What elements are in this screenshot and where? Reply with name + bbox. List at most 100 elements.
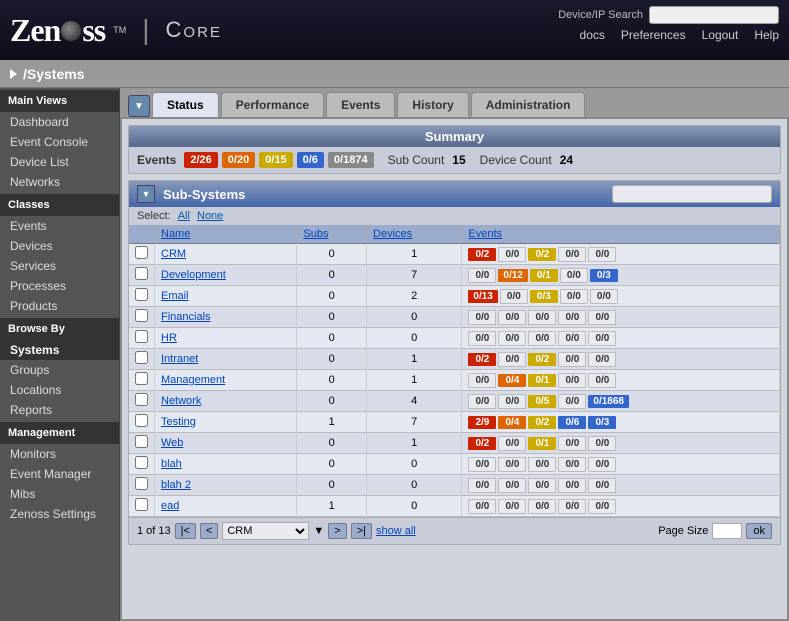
event-cell[interactable]: 0/0 bbox=[558, 499, 586, 514]
event-cell[interactable]: 0/0 bbox=[588, 373, 616, 388]
event-cell[interactable]: 0/0 bbox=[498, 436, 526, 451]
event-cell[interactable]: 0/0 bbox=[468, 373, 496, 388]
row-name-link[interactable]: ead bbox=[161, 500, 179, 512]
event-cell[interactable]: 0/2 bbox=[528, 353, 556, 366]
event-cell[interactable]: 0/0 bbox=[588, 247, 616, 262]
event-cell[interactable]: 0/0 bbox=[528, 457, 556, 472]
event-cell[interactable]: 0/4 bbox=[498, 416, 526, 429]
event-cell[interactable]: 0/0 bbox=[498, 331, 526, 346]
summary-badge-orange[interactable]: 0/20 bbox=[222, 152, 255, 168]
event-cell[interactable]: 0/1 bbox=[530, 269, 558, 282]
breadcrumb-collapse-icon[interactable] bbox=[10, 69, 17, 79]
event-cell[interactable]: 0/4 bbox=[498, 374, 526, 387]
event-cell[interactable]: 0/5 bbox=[528, 395, 556, 408]
docs-link[interactable]: docs bbox=[580, 28, 605, 42]
event-cell[interactable]: 0/0 bbox=[588, 310, 616, 325]
row-checkbox[interactable] bbox=[135, 498, 148, 511]
event-cell[interactable]: 0/1868 bbox=[588, 395, 629, 408]
event-cell[interactable]: 0/0 bbox=[588, 331, 616, 346]
event-cell[interactable]: 0/3 bbox=[530, 290, 558, 303]
event-cell[interactable]: 0/2 bbox=[468, 353, 496, 366]
tab-performance[interactable]: Performance bbox=[221, 92, 324, 117]
sidebar-item-event-manager[interactable]: Event Manager bbox=[0, 464, 119, 484]
row-name-link[interactable]: Management bbox=[161, 374, 225, 386]
summary-badge-gray[interactable]: 0/1874 bbox=[328, 152, 374, 168]
event-cell[interactable]: 0/0 bbox=[588, 436, 616, 451]
event-cell[interactable]: 0/13 bbox=[468, 290, 497, 303]
th-devices[interactable]: Devices bbox=[367, 225, 462, 244]
summary-badge-blue[interactable]: 0/6 bbox=[297, 152, 324, 168]
row-name-link[interactable]: HR bbox=[161, 332, 177, 344]
sidebar-item-groups[interactable]: Groups bbox=[0, 360, 119, 380]
event-cell[interactable]: 0/0 bbox=[560, 289, 588, 304]
tab-status[interactable]: Status bbox=[152, 92, 219, 117]
sidebar-item-reports[interactable]: Reports bbox=[0, 400, 119, 420]
event-cell[interactable]: 0/0 bbox=[500, 289, 528, 304]
sidebar-item-event-console[interactable]: Event Console bbox=[0, 132, 119, 152]
event-cell[interactable]: 0/0 bbox=[468, 310, 496, 325]
tab-administration[interactable]: Administration bbox=[471, 92, 586, 117]
sidebar-item-device-list[interactable]: Device List bbox=[0, 152, 119, 172]
pag-next-btn[interactable]: > bbox=[328, 523, 346, 539]
event-cell[interactable]: 0/0 bbox=[558, 394, 586, 409]
event-cell[interactable]: 0/0 bbox=[528, 478, 556, 493]
event-cell[interactable]: 0/6 bbox=[558, 416, 586, 429]
sidebar-item-locations[interactable]: Locations bbox=[0, 380, 119, 400]
event-cell[interactable]: 0/2 bbox=[528, 248, 556, 261]
tab-events[interactable]: Events bbox=[326, 92, 395, 117]
row-name-link[interactable]: blah bbox=[161, 458, 182, 470]
event-cell[interactable]: 0/0 bbox=[558, 457, 586, 472]
row-checkbox[interactable] bbox=[135, 393, 148, 406]
event-cell[interactable]: 0/1 bbox=[528, 374, 556, 387]
event-cell[interactable]: 0/0 bbox=[590, 289, 618, 304]
row-checkbox[interactable] bbox=[135, 435, 148, 448]
event-cell[interactable]: 0/0 bbox=[468, 394, 496, 409]
help-link[interactable]: Help bbox=[754, 28, 779, 42]
row-checkbox[interactable] bbox=[135, 309, 148, 322]
event-cell[interactable]: 0/0 bbox=[468, 331, 496, 346]
sidebar-item-monitors[interactable]: Monitors bbox=[0, 444, 119, 464]
event-cell[interactable]: 0/0 bbox=[468, 457, 496, 472]
event-cell[interactable]: 0/2 bbox=[468, 437, 496, 450]
row-checkbox[interactable] bbox=[135, 456, 148, 469]
row-name-link[interactable]: Financials bbox=[161, 311, 211, 323]
sidebar-item-products[interactable]: Products bbox=[0, 296, 119, 316]
sidebar-item-devices[interactable]: Devices bbox=[0, 236, 119, 256]
th-events[interactable]: Events bbox=[462, 225, 780, 244]
row-name-link[interactable]: Web bbox=[161, 437, 183, 449]
event-cell[interactable]: 0/0 bbox=[588, 352, 616, 367]
event-cell[interactable]: 0/12 bbox=[498, 269, 527, 282]
event-cell[interactable]: 0/0 bbox=[558, 373, 586, 388]
event-cell[interactable]: 0/0 bbox=[468, 478, 496, 493]
summary-badge-red[interactable]: 2/26 bbox=[184, 152, 217, 168]
event-cell[interactable]: 0/0 bbox=[498, 247, 526, 262]
row-checkbox[interactable] bbox=[135, 288, 148, 301]
event-cell[interactable]: 0/0 bbox=[468, 268, 496, 283]
event-cell[interactable]: 0/0 bbox=[528, 499, 556, 514]
row-name-link[interactable]: Email bbox=[161, 290, 189, 302]
page-size-input[interactable]: 40 bbox=[712, 523, 742, 539]
row-name-link[interactable]: CRM bbox=[161, 248, 186, 260]
th-subs[interactable]: Subs bbox=[297, 225, 367, 244]
select-all-link[interactable]: All bbox=[178, 210, 190, 222]
tab-history[interactable]: History bbox=[397, 92, 468, 117]
sidebar-item-dashboard[interactable]: Dashboard bbox=[0, 112, 119, 132]
event-cell[interactable]: 0/0 bbox=[498, 394, 526, 409]
event-cell[interactable]: 0/0 bbox=[560, 268, 588, 283]
row-name-link[interactable]: Development bbox=[161, 269, 226, 281]
event-cell[interactable]: 0/0 bbox=[558, 247, 586, 262]
row-checkbox[interactable] bbox=[135, 246, 148, 259]
row-name-link[interactable]: blah 2 bbox=[161, 479, 191, 491]
pag-ok-btn[interactable]: ok bbox=[746, 523, 772, 539]
event-cell[interactable]: 0/0 bbox=[558, 331, 586, 346]
row-checkbox[interactable] bbox=[135, 330, 148, 343]
sidebar-item-systems[interactable]: Systems bbox=[0, 340, 119, 360]
sidebar-item-processes[interactable]: Processes bbox=[0, 276, 119, 296]
event-cell[interactable]: 0/0 bbox=[528, 310, 556, 325]
event-cell[interactable]: 0/0 bbox=[468, 499, 496, 514]
sidebar-item-events[interactable]: Events bbox=[0, 216, 119, 236]
event-cell[interactable]: 0/0 bbox=[498, 478, 526, 493]
select-none-link[interactable]: None bbox=[197, 210, 223, 222]
device-ip-search-input[interactable] bbox=[649, 6, 779, 24]
row-checkbox[interactable] bbox=[135, 372, 148, 385]
